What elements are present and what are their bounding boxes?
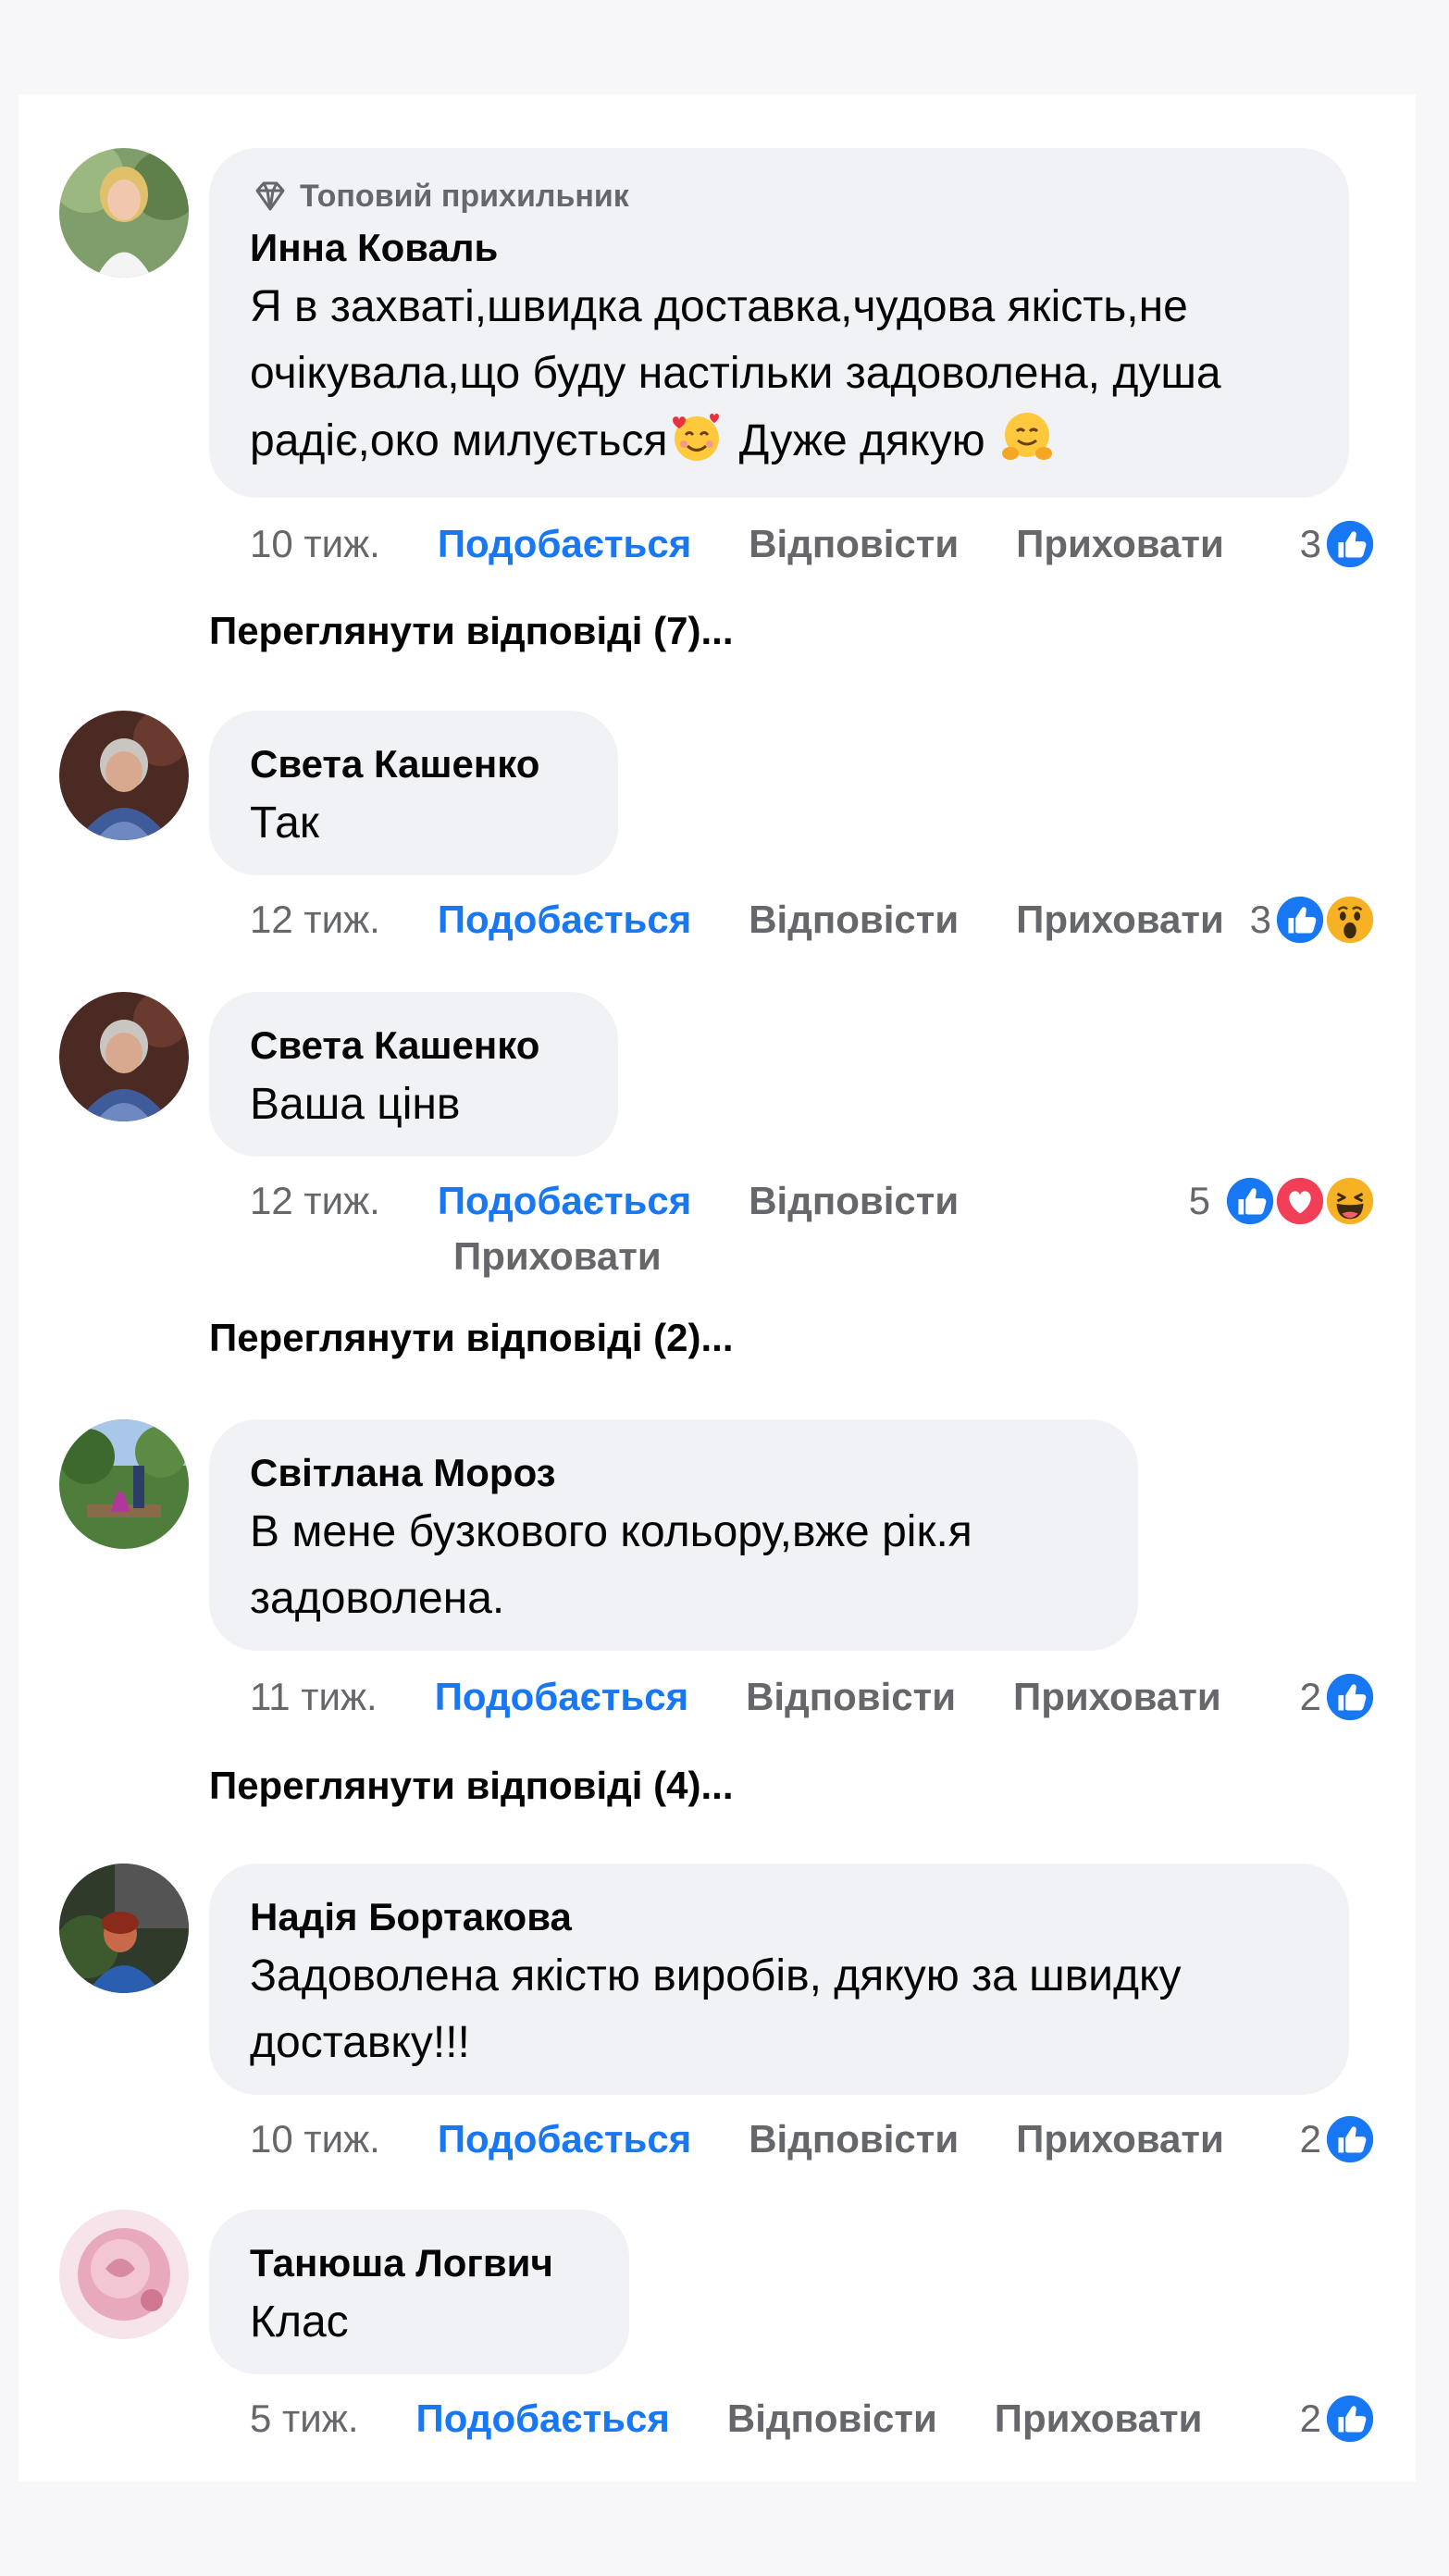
comment-text: В мене бузкового кольору,вже рік.я задов… (250, 1507, 972, 1623)
comment-author[interactable]: Инна Коваль (250, 222, 1308, 274)
avatar[interactable] (59, 711, 189, 840)
reaction-count: 2 (1299, 1675, 1321, 1718)
hide-button[interactable]: Приховати (453, 1234, 662, 1279)
comment-actions: 10 тиж. Подобається Відповісти Приховати (250, 516, 1224, 572)
reply-button[interactable]: Відповісти (749, 898, 959, 942)
wow-reaction-icon (1323, 893, 1377, 947)
comment-text: Так (250, 799, 319, 848)
comment-bubble: Топовий прихильник Инна Коваль Я в захва… (209, 148, 1349, 498)
hide-button[interactable]: Приховати (995, 2396, 1203, 2441)
smiling-face-with-hearts-icon (673, 414, 720, 461)
reactions[interactable]: 3 (1300, 516, 1377, 572)
reply-button[interactable]: Відповісти (727, 2396, 937, 2441)
reaction-count: 2 (1299, 2396, 1321, 2440)
hide-button[interactable]: Приховати (1016, 2117, 1224, 2161)
comment-author[interactable]: Танюша Логвич (250, 2237, 588, 2289)
comment-text: Задоволена якістю виробів, дякую за швид… (250, 1951, 1182, 2067)
avatar[interactable] (59, 1864, 189, 1993)
comment-bubble: Света Кашенко Так (209, 711, 618, 875)
reactions[interactable]: 2 (1300, 1669, 1377, 1725)
like-reaction-icon (1273, 893, 1327, 947)
like-reaction-icon (1323, 2392, 1377, 2446)
view-replies-link[interactable]: Переглянути відповіді (2)... (209, 1316, 734, 1360)
like-button[interactable]: Подобається (438, 2117, 691, 2161)
comment-bubble: Света Кашенко Ваша цінв (209, 992, 618, 1157)
like-reaction-icon (1323, 2112, 1377, 2166)
hide-button[interactable]: Приховати (1013, 1675, 1221, 1719)
comment-time[interactable]: 12 тиж. (250, 898, 380, 942)
like-button[interactable]: Подобається (438, 1179, 691, 1223)
like-button[interactable]: Подобається (416, 2396, 670, 2441)
comment-author[interactable]: Світлана Мороз (250, 1447, 1097, 1499)
reactions[interactable]: 5 (1189, 1173, 1377, 1229)
diamond-icon (255, 181, 285, 211)
comment-time[interactable]: 10 тиж. (250, 2117, 380, 2161)
hide-button[interactable]: Приховати (1016, 898, 1224, 942)
like-button[interactable]: Подобається (438, 898, 691, 942)
like-reaction-icon (1323, 517, 1377, 571)
reactions[interactable]: 3 (1250, 892, 1377, 947)
reply-button[interactable]: Відповісти (746, 1675, 956, 1719)
comment-actions: 12 тиж. Подобається Відповісти (250, 1173, 1016, 1229)
haha-reaction-icon (1323, 1174, 1377, 1228)
view-replies-link[interactable]: Переглянути відповіді (4)... (209, 1764, 734, 1808)
reaction-count: 2 (1299, 2117, 1321, 2161)
comment-time[interactable]: 5 тиж. (250, 2396, 359, 2441)
comment-bubble: Танюша Логвич Клас (209, 2210, 629, 2374)
comment-bubble: Світлана Мороз В мене бузкового кольору,… (209, 1419, 1138, 1651)
like-reaction-icon (1223, 1174, 1277, 1228)
avatar[interactable] (59, 992, 189, 1121)
comment-actions: 5 тиж. Подобається Відповісти Приховати (250, 2391, 1202, 2446)
comment-time[interactable]: 11 тиж. (250, 1675, 378, 1719)
hide-button[interactable]: Приховати (1016, 522, 1224, 566)
comment-actions: 11 тиж. Подобається Відповісти Приховати (250, 1669, 1221, 1725)
avatar[interactable] (59, 1419, 189, 1549)
reaction-count: 3 (1299, 522, 1321, 565)
avatar[interactable] (59, 148, 189, 278)
comment-text: Клас (250, 2297, 349, 2347)
top-fan-badge: Топовий прихильник (250, 176, 1308, 217)
comment-bubble: Надія Бортакова Задоволена якістю виробі… (209, 1864, 1349, 2095)
comment-text: Ваша цінв (250, 1080, 461, 1129)
reply-button[interactable]: Відповісти (749, 522, 959, 566)
reactions[interactable]: 2 (1300, 2391, 1377, 2446)
comments-panel: Топовий прихильник Инна Коваль Я в захва… (19, 94, 1416, 2482)
comment-text: Я в захваті,швидка доставка,чудова якіст… (250, 274, 1308, 475)
reactions[interactable]: 2 (1300, 2112, 1377, 2167)
view-replies-link[interactable]: Переглянути відповіді (7)... (209, 609, 734, 653)
comment-actions: 10 тиж. Подобається Відповісти Приховати (250, 2112, 1224, 2167)
avatar[interactable] (59, 2210, 189, 2339)
comment-author[interactable]: Света Кашенко (250, 1020, 577, 1071)
like-reaction-icon (1323, 1670, 1377, 1724)
reply-button[interactable]: Відповісти (749, 1179, 959, 1223)
reaction-count: 5 (1188, 1179, 1210, 1222)
badge-label: Топовий прихильник (300, 178, 629, 214)
comment-actions: 12 тиж. Подобається Відповісти Приховати (250, 892, 1224, 947)
like-button[interactable]: Подобається (435, 1675, 688, 1719)
love-reaction-icon (1273, 1174, 1327, 1228)
reaction-count: 3 (1249, 898, 1271, 941)
comment-time[interactable]: 12 тиж. (250, 1179, 380, 1223)
comment-time[interactable]: 10 тиж. (250, 522, 380, 566)
comment-author[interactable]: Света Кашенко (250, 738, 577, 790)
reply-button[interactable]: Відповісти (749, 2117, 959, 2161)
hugging-face-icon (1001, 413, 1052, 460)
comment-actions-wrap: Приховати (250, 1229, 662, 1284)
comment-author[interactable]: Надія Бортакова (250, 1891, 1308, 1943)
comment-text-part: Дуже дякую (726, 416, 997, 465)
like-button[interactable]: Подобається (438, 522, 691, 566)
